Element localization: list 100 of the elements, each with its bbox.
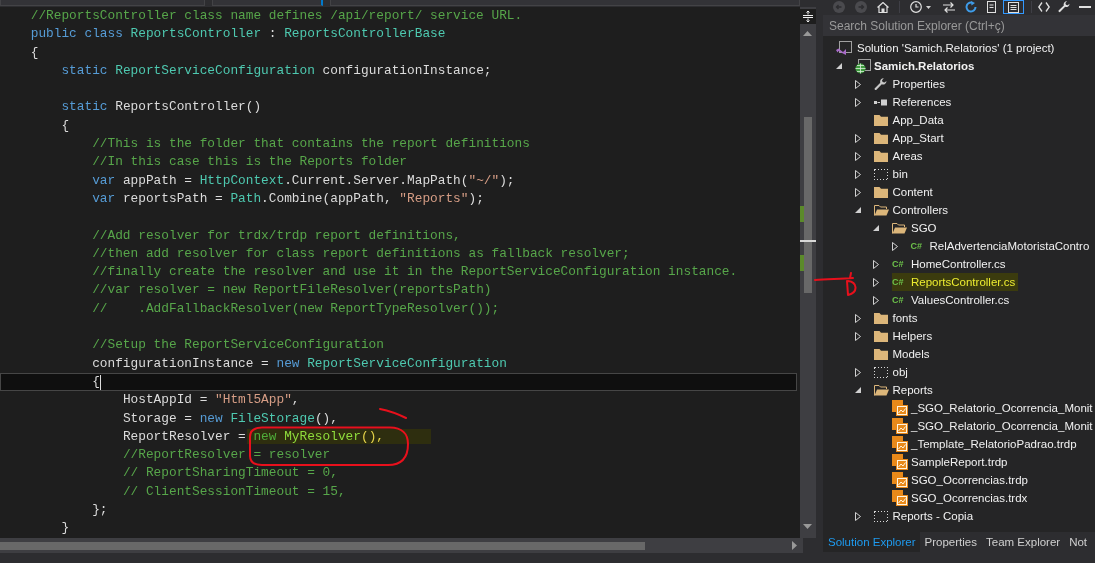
caret-down-icon[interactable]: [836, 63, 842, 69]
tree-item[interactable]: References: [873, 93, 955, 111]
horizontal-scrollbar[interactable]: [0, 538, 803, 553]
code-line: //Setup the ReportServiceConfiguration: [92, 336, 384, 355]
tree-item[interactable]: App_Start: [873, 129, 947, 147]
wrench-icon[interactable]: [1058, 1, 1070, 13]
caret-right-icon[interactable]: [873, 259, 879, 269]
caret-right-icon[interactable]: [854, 511, 861, 521]
caret-right-icon[interactable]: [854, 313, 861, 323]
clock-icon[interactable]: [910, 1, 922, 13]
scrollbar-thumb[interactable]: [0, 542, 645, 550]
caret-right-icon[interactable]: [873, 295, 879, 305]
code-line: ReportResolver = new MyResolver(),: [122, 427, 431, 447]
scrollbar-thumb[interactable]: [804, 117, 812, 293]
search-field[interactable]: Search Solution Explorer (Ctrl+ç): [823, 15, 1095, 36]
caret-right-icon[interactable]: [873, 277, 879, 287]
properties-toggle-button[interactable]: [1003, 0, 1024, 14]
caret-right-icon[interactable]: [854, 79, 861, 89]
document-icon[interactable]: [987, 1, 996, 13]
tree-item[interactable]: SGO_Ocorrencias.trdp: [892, 471, 1031, 489]
code-line: public class ReportsController : ReportsControllerBase: [30, 25, 446, 44]
scroll-up-arrow-icon[interactable]: [803, 31, 812, 36]
tree-item[interactable]: _SGO_Relatorio_Ocorrencia_Monit: [892, 399, 1095, 417]
caret-right-icon[interactable]: [891, 241, 898, 251]
open-folder-icon: [873, 204, 889, 216]
code-line: // ReportSharingTimeout = 0,: [122, 464, 338, 483]
code-line: //finally create the resolver and use it in the ReportServiceConfiguration instance.: [92, 263, 738, 282]
tree-item[interactable]: SampleReport.trdp: [892, 453, 1011, 471]
tree-item[interactable]: App_Data: [873, 111, 947, 129]
tree-item[interactable]: fonts: [873, 309, 921, 327]
tree-item[interactable]: Content: [873, 183, 936, 201]
vertical-scrollbar[interactable]: [800, 7, 816, 538]
code-line: //In this case this is the Reports folder: [92, 153, 407, 172]
code-line: //var resolver = new ReportFileResolver(reportsPath): [92, 281, 492, 300]
tree-item[interactable]: Samich.Relatorios: [855, 57, 978, 75]
dropdown-caret-icon[interactable]: [926, 5, 931, 9]
panel-tab[interactable]: Solution Explorer: [823, 532, 921, 552]
code-line: //Add resolver for trdx/trdp report definitions,: [92, 226, 461, 245]
project-globe-icon: [855, 58, 871, 74]
refresh-icon[interactable]: [965, 1, 977, 13]
code-line: static ReportServiceConfiguration configurationInstance;: [61, 61, 492, 80]
split-icon: [803, 11, 813, 22]
tree-item[interactable]: C# HomeController.cs: [892, 255, 1009, 273]
folder-icon: [873, 114, 888, 126]
dotted-folder-icon: [873, 168, 888, 180]
caret-down-icon[interactable]: [854, 387, 861, 393]
tree-item[interactable]: SGO_Ocorrencias.trdx: [892, 489, 1031, 507]
tree-item[interactable]: C# ValuesController.cs: [892, 291, 1013, 309]
caret-down-icon[interactable]: [873, 225, 879, 231]
code-line: static ReportsController(): [61, 98, 262, 117]
caret-right-icon[interactable]: [854, 97, 861, 107]
report-file-icon: [892, 454, 908, 470]
caret-right-icon[interactable]: [854, 367, 861, 377]
caret-right-icon[interactable]: [854, 187, 861, 197]
panel-tab[interactable]: Not: [1064, 532, 1092, 552]
document-lines-icon: [1008, 1, 1019, 13]
caret-down-icon[interactable]: [854, 207, 861, 213]
folder-icon: [873, 330, 888, 342]
caret-right-icon[interactable]: [854, 331, 861, 341]
tree-item[interactable]: Helpers: [873, 327, 936, 345]
caret-right-icon[interactable]: [854, 151, 861, 161]
code-brackets-icon[interactable]: [1038, 2, 1050, 12]
tree-item[interactable]: Controllers: [873, 201, 952, 219]
open-folder-icon: [892, 222, 907, 234]
tree-item[interactable]: Reports: [873, 381, 936, 399]
file-type-label: C#: [910, 241, 922, 251]
panel-tab[interactable]: Team Explorer: [981, 532, 1065, 552]
text-cursor: [99, 374, 101, 390]
scroll-down-arrow-icon[interactable]: [803, 524, 812, 529]
open-folder-icon: [873, 384, 889, 396]
report-file-icon: [892, 418, 908, 434]
tree-item[interactable]: _Template_RelatorioPadrao.trdp: [892, 435, 1080, 453]
tree-item[interactable]: Models: [873, 345, 933, 363]
home-icon[interactable]: [877, 1, 889, 13]
sync-arrows-icon[interactable]: [943, 1, 955, 13]
code-line: //ReportsController class name defines /api/report/ service URL.: [30, 7, 523, 25]
tree-item[interactable]: Reports - Copia: [873, 507, 977, 525]
tree-item[interactable]: _SGO_Relatorio_Ocorrencia_Monit: [892, 417, 1095, 435]
change-marker: [800, 255, 804, 271]
tree-item[interactable]: Areas: [873, 147, 926, 165]
tree-item[interactable]: Properties: [873, 75, 948, 93]
caret-right-icon[interactable]: [854, 133, 861, 143]
solution-icon: [836, 41, 852, 55]
code-line: }: [61, 519, 70, 538]
panel-tab[interactable]: Properties: [920, 532, 982, 552]
tree-item[interactable]: bin: [873, 165, 911, 183]
tree-item[interactable]: Solution 'Samich.Relatorios' (1 project): [836, 39, 1058, 57]
scroll-right-arrow-icon[interactable]: [792, 541, 797, 550]
folder-icon: [873, 186, 888, 198]
folder-icon: [873, 132, 888, 144]
code-line: var reportsPath = Path.Combine(appPath, "Reports");: [92, 189, 484, 208]
folder-icon: [873, 150, 888, 162]
split-editor-button[interactable]: [800, 9, 816, 24]
tree-item[interactable]: C# ReportsController.cs: [892, 273, 1019, 291]
caret-position-marker: [800, 240, 816, 242]
tree-item[interactable]: obj: [873, 363, 911, 381]
tree-item[interactable]: SGO: [892, 219, 940, 237]
tree-item[interactable]: C# RelAdvertenciaMotoristaContro: [910, 237, 1093, 255]
caret-right-icon[interactable]: [854, 169, 861, 179]
code-line: HostAppId = "Html5App",: [122, 391, 300, 410]
